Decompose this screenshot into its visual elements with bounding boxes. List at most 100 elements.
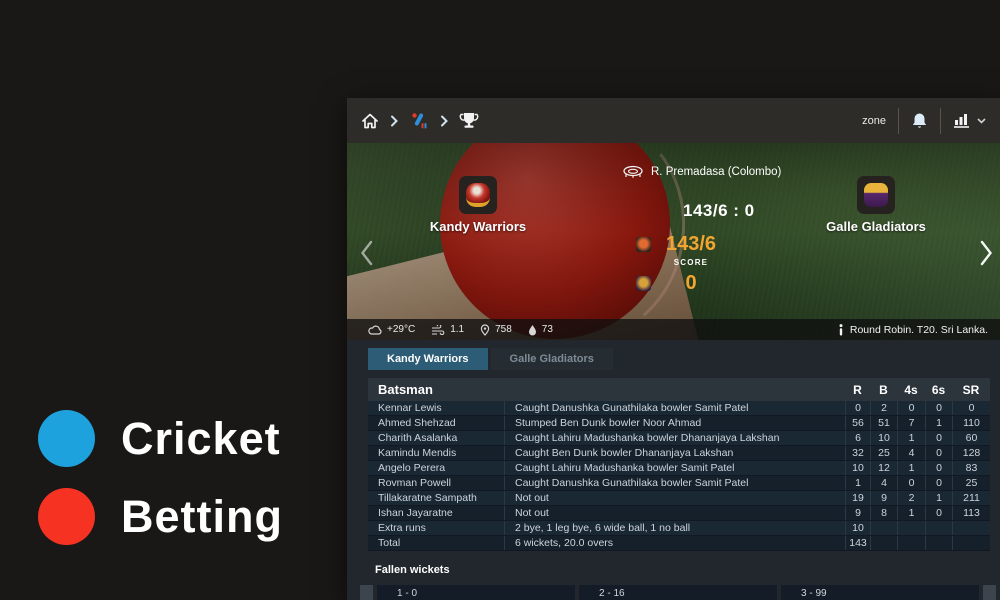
runs-value: 6 xyxy=(845,431,870,445)
sixes-value xyxy=(925,536,952,550)
batsman-name: Kennar Lewis xyxy=(368,401,505,415)
match-info-text: Round Robin. T20. Sri Lanka. xyxy=(850,324,988,336)
brand-title-line2: Betting xyxy=(121,488,283,545)
match-info: Round Robin. T20. Sri Lanka. xyxy=(838,324,988,336)
navbar-divider xyxy=(940,108,941,134)
strike-rate-value: 110 xyxy=(952,416,990,430)
table-row: Ahmed Shehzad Stumped Ben Dunk bowler No… xyxy=(368,416,990,431)
dismissal-text: Not out xyxy=(505,506,845,520)
info-icon xyxy=(838,324,844,336)
cricket-icon[interactable] xyxy=(409,112,429,130)
bell-icon[interactable] xyxy=(911,112,928,130)
dismissal-text: Caught Ben Dunk bowler Dhananjaya Laksha… xyxy=(505,446,845,460)
col-sixes: 6s xyxy=(925,383,952,397)
sixes-value: 0 xyxy=(925,506,952,520)
dismissal-text: Stumped Ben Dunk bowler Noor Ahmad xyxy=(505,416,845,430)
table-row: Tillakaratne Sampath Not out 19 9 2 1 21… xyxy=(368,491,990,506)
strike-rate-value xyxy=(952,536,990,550)
home-team-mini-logo xyxy=(636,237,651,252)
strike-rate-value xyxy=(952,521,990,535)
fours-value: 1 xyxy=(897,431,925,445)
away-score: 0 xyxy=(661,272,721,295)
strike-rate-value: 128 xyxy=(952,446,990,460)
humidity-item: 73 xyxy=(528,324,553,336)
dismissal-text: 6 wickets, 20.0 overs xyxy=(505,536,845,550)
dismissal-text: 2 bye, 1 leg bye, 6 wide ball, 1 no ball xyxy=(505,521,845,535)
strike-rate-value: 0 xyxy=(952,401,990,415)
batsman-name: Angelo Perera xyxy=(368,461,505,475)
fours-value: 0 xyxy=(897,476,925,490)
sixes-value: 0 xyxy=(925,476,952,490)
home-icon[interactable] xyxy=(361,113,379,129)
fours-value xyxy=(897,521,925,535)
batsman-table-body: Kennar Lewis Caught Danushka Gunathilaka… xyxy=(368,401,990,551)
sixes-value: 0 xyxy=(925,446,952,460)
carousel-next-icon[interactable] xyxy=(979,239,994,267)
tab-galle-gladiators[interactable]: Galle Gladiators xyxy=(491,348,613,370)
batsman-name: Rovman Powell xyxy=(368,476,505,490)
sixes-value xyxy=(925,521,952,535)
galle-gladiators-logo xyxy=(857,176,895,214)
batsman-name: Ishan Jayaratne xyxy=(368,506,505,520)
stats-dropdown-button[interactable] xyxy=(953,112,986,129)
location-pin-icon xyxy=(480,324,490,336)
away-team-block: Galle Gladiators xyxy=(831,176,921,234)
fallen-wicket-cell: 3 - 99 xyxy=(781,585,979,600)
sixes-value: 0 xyxy=(925,461,952,475)
runs-value: 19 xyxy=(845,491,870,505)
balls-value: 4 xyxy=(870,476,897,490)
wind-value: 1.1 xyxy=(450,324,464,335)
fours-value: 1 xyxy=(897,461,925,475)
breadcrumb-chevron-icon xyxy=(390,115,398,127)
balls-value: 12 xyxy=(870,461,897,475)
trophy-icon[interactable] xyxy=(459,112,479,129)
fallen-wickets-strip[interactable]: 1 - 02 - 163 - 99 xyxy=(360,585,990,600)
home-team-name: Kandy Warriors xyxy=(430,219,526,234)
runs-value: 10 xyxy=(845,521,870,535)
zone-button[interactable]: zone xyxy=(862,115,886,127)
balls-value xyxy=(870,536,897,550)
stadium-icon xyxy=(623,165,643,178)
brand-title-line1: Cricket xyxy=(121,410,283,467)
fours-value: 2 xyxy=(897,491,925,505)
table-row: Total 6 wickets, 20.0 overs 143 xyxy=(368,536,990,551)
tab-kandy-warriors[interactable]: Kandy Warriors xyxy=(368,348,488,370)
sixes-value: 1 xyxy=(925,491,952,505)
strike-rate-value: 113 xyxy=(952,506,990,520)
runs-value: 32 xyxy=(845,446,870,460)
dismissal-text: Caught Danushka Gunathilaka bowler Samit… xyxy=(505,401,845,415)
runs-value: 56 xyxy=(845,416,870,430)
wicket-strip-edge xyxy=(983,585,996,600)
scorecard-section: Kandy Warriors Galle Gladiators Batsman … xyxy=(347,340,1000,600)
runs-value: 143 xyxy=(845,536,870,550)
navbar-divider xyxy=(898,108,899,134)
balls-value: 8 xyxy=(870,506,897,520)
navbar: zone xyxy=(347,98,1000,143)
dismissal-text: Caught Lahiru Madushanka bowler Samit Pa… xyxy=(505,461,845,475)
strike-rate-value: 211 xyxy=(952,491,990,505)
fallen-wicket-cell: 1 - 0 xyxy=(377,585,575,600)
balls-value: 51 xyxy=(870,416,897,430)
balls-value: 25 xyxy=(870,446,897,460)
strike-rate-value: 83 xyxy=(952,461,990,475)
droplet-icon xyxy=(528,324,537,336)
sixes-value: 0 xyxy=(925,431,952,445)
carousel-prev-icon[interactable] xyxy=(359,239,374,267)
runs-value: 1 xyxy=(845,476,870,490)
fallen-wickets-section: Fallen wickets 1 - 02 - 163 - 99 xyxy=(368,564,990,600)
chevron-down-icon xyxy=(977,118,986,124)
home-score: 143/6 xyxy=(661,233,721,256)
fours-value xyxy=(897,536,925,550)
fours-value: 1 xyxy=(897,506,925,520)
table-title: Batsman xyxy=(368,382,845,397)
home-team-block: Kandy Warriors xyxy=(433,176,523,234)
team-tabs: Kandy Warriors Galle Gladiators xyxy=(368,348,990,370)
batsman-name: Total xyxy=(368,536,505,550)
venue-row: R. Premadasa (Colombo) xyxy=(623,165,781,178)
match-score: 143/6 : 0 xyxy=(683,201,755,221)
dismissal-text: Not out xyxy=(505,491,845,505)
pressure-item: 758 xyxy=(480,324,512,336)
away-team-mini-logo xyxy=(636,276,651,291)
humidity-value: 73 xyxy=(542,324,553,335)
runs-value: 9 xyxy=(845,506,870,520)
